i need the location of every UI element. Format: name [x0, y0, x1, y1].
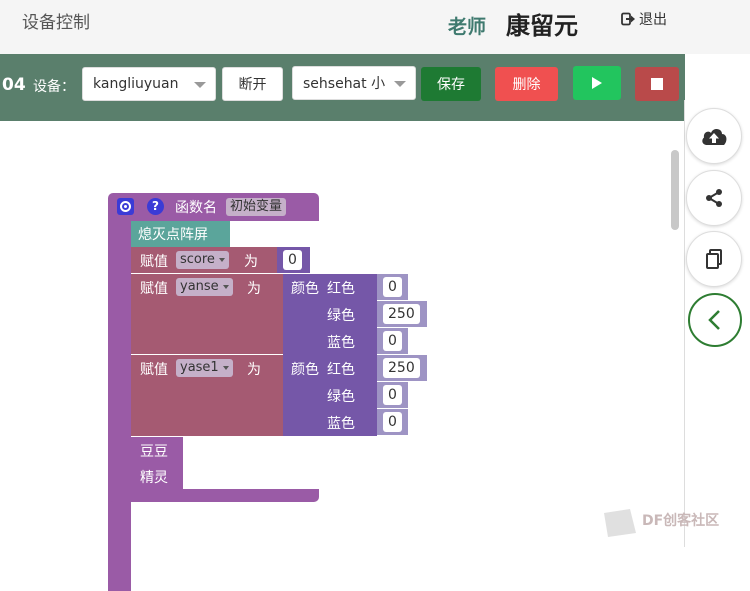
cloud-upload-icon — [702, 128, 727, 145]
save-button[interactable]: 保存 — [421, 67, 481, 101]
blue-label: 蓝色 — [327, 335, 355, 351]
teacher-label: 老师 — [448, 16, 487, 38]
cloud-upload-button[interactable] — [686, 108, 742, 164]
blue-label: 蓝色 — [327, 416, 355, 432]
logout-icon — [621, 12, 635, 26]
function-block-body — [108, 221, 131, 591]
call-label-jingling: 精灵 — [140, 470, 168, 486]
disconnect-button[interactable]: 断开 — [222, 67, 283, 101]
workspace-scrollbar[interactable] — [671, 150, 679, 230]
project-select-value: sehsehat 小 — [303, 76, 386, 92]
project-select[interactable]: sehsehat 小 — [292, 66, 416, 100]
green-label: 绿色 — [327, 389, 355, 405]
share-icon — [706, 189, 722, 207]
teacher-name: 康留元 — [506, 12, 578, 40]
number-field-score[interactable]: 0 — [283, 250, 302, 270]
device-number: 04 — [2, 75, 26, 95]
red-value-field[interactable]: 250 — [383, 358, 420, 378]
delete-button[interactable]: 删除 — [495, 67, 558, 101]
page-title: 设备控制 — [22, 13, 90, 33]
call-label-doudou: 豆豆 — [140, 444, 168, 460]
as-label: 为 — [247, 362, 261, 378]
device-label: 设备： — [33, 79, 75, 95]
chevron-down-icon — [394, 81, 406, 87]
red-label: 红色 — [327, 362, 355, 378]
green-value-field[interactable]: 250 — [383, 304, 420, 324]
copy-icon — [706, 249, 722, 269]
gear-icon[interactable] — [117, 198, 134, 215]
share-button[interactable] — [686, 170, 742, 226]
variable-dropdown-yase1[interactable]: yase1 — [176, 359, 233, 377]
variable-dropdown-yanse[interactable]: yanse — [176, 278, 233, 296]
assign-label: 赋值 — [140, 362, 168, 378]
as-label: 为 — [247, 281, 261, 297]
app-header: 设备控制 老师 康留元 退出 — [0, 0, 750, 54]
function-block-footer — [108, 489, 319, 502]
chevron-left-icon — [708, 310, 720, 330]
block-workspace[interactable]: ? 函数名 初始变量 熄灭点阵屏 赋值 score 为 0 赋值 yanse 为… — [0, 121, 685, 591]
blue-value-field[interactable]: 0 — [383, 331, 402, 351]
led-clear-label: 熄灭点阵屏 — [138, 227, 208, 243]
function-name-field[interactable]: 初始变量 — [226, 198, 287, 216]
watermark-logo-icon — [604, 509, 636, 537]
chevron-down-icon — [194, 82, 206, 88]
red-label: 红色 — [327, 281, 355, 297]
logout-button[interactable]: 退出 — [621, 9, 667, 29]
device-select[interactable]: kangliuyuan — [82, 67, 216, 101]
collapse-button[interactable] — [688, 293, 742, 347]
as-label: 为 — [244, 254, 258, 270]
color-label: 颜色 — [291, 362, 319, 378]
variable-dropdown-score[interactable]: score — [176, 251, 229, 269]
blue-value-field[interactable]: 0 — [383, 412, 402, 432]
stop-icon — [651, 78, 663, 90]
color-label: 颜色 — [291, 281, 319, 297]
red-value-field[interactable]: 0 — [383, 277, 402, 297]
watermark-text: DF创客社区 — [642, 513, 720, 529]
green-value-field[interactable]: 0 — [383, 385, 402, 405]
watermark: DF创客社区 — [598, 503, 748, 543]
help-icon[interactable]: ? — [147, 198, 164, 215]
stop-button[interactable] — [635, 67, 679, 101]
assign-label: 赋值 — [140, 281, 168, 297]
logout-label: 退出 — [639, 12, 667, 28]
assign-label: 赋值 — [140, 254, 168, 270]
play-icon — [592, 77, 602, 89]
function-label: 函数名 — [175, 200, 217, 216]
run-button[interactable] — [573, 66, 621, 100]
device-select-value: kangliuyuan — [93, 76, 179, 92]
copy-button[interactable] — [686, 231, 742, 287]
green-label: 绿色 — [327, 308, 355, 324]
